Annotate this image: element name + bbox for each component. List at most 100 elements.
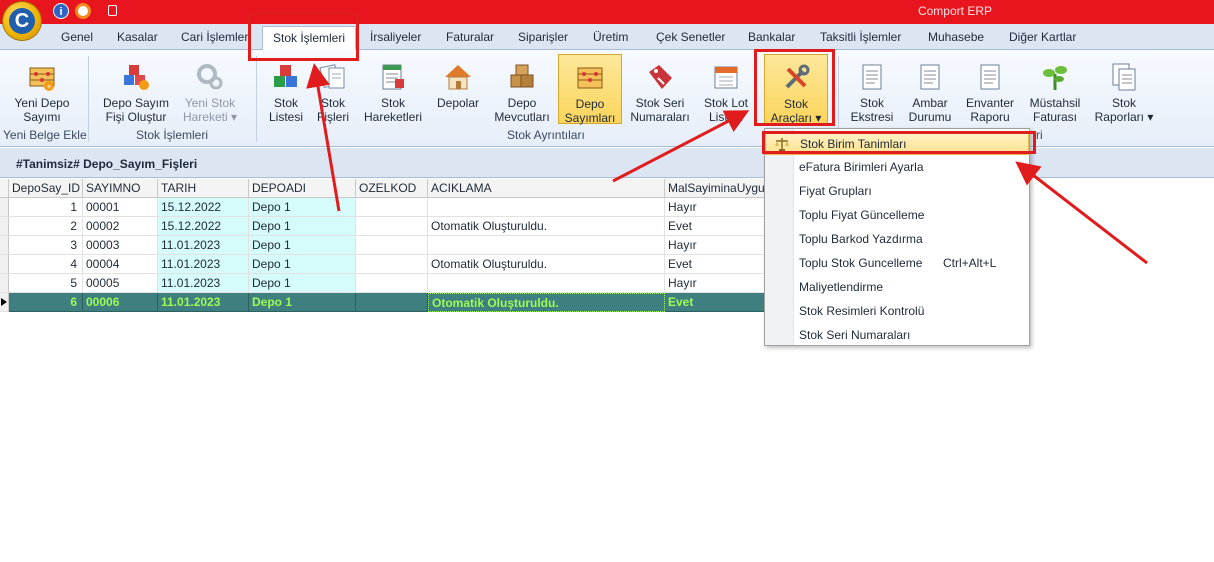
menu-item-toplu-stok-guncelleme[interactable]: Toplu Stok Guncelleme Ctrl+Alt+L [765,251,1029,275]
stok-ekstresi-button[interactable]: Stok Ekstresi [846,62,898,124]
cell-malsayiminauygun[interactable]: Hayır [665,274,765,293]
cell-depoadi[interactable]: Depo 1 [249,217,356,236]
cell-tarih[interactable]: 11.01.2023 [158,293,249,312]
yeni-stok-hareketi-button[interactable]: Yeni Stok Hareketi ▾ [177,62,243,124]
column-header-deposay-id[interactable]: DepoSay_ID [9,179,83,198]
cell-ozelkod[interactable] [356,293,428,312]
menu-item-efatura-birimleri-ayarla[interactable]: eFatura Birimleri Ayarla [765,155,1029,179]
cell-sayimno[interactable]: 00006 [83,293,158,312]
tab-bankalar[interactable]: Bankalar [748,30,795,44]
cell-malsayiminauygun[interactable]: Hayır [665,198,765,217]
current-row-indicator[interactable] [0,293,9,312]
info-icon[interactable]: i [53,3,69,19]
stok-fisleri-button[interactable]: Stok Fişleri [312,62,354,124]
menu-item-toplu-barkod-yazdirma[interactable]: Toplu Barkod Yazdırma [765,227,1029,251]
cell-id[interactable]: 2 [9,217,83,236]
menu-item-maliyetlendirme[interactable]: Maliyetlendirme [765,275,1029,299]
cell-id[interactable]: 3 [9,236,83,255]
column-header-depoadi[interactable]: DEPOADI [249,179,356,198]
row-indicator[interactable] [0,198,9,217]
cell-malsayiminauygun[interactable]: Evet [665,255,765,274]
cell-tarih[interactable]: 11.01.2023 [158,255,249,274]
help-lifebuoy-icon[interactable] [75,3,91,19]
cell-sayimno[interactable]: 00002 [83,217,158,236]
cell-sayimno[interactable]: 00003 [83,236,158,255]
cell-tarih[interactable]: 11.01.2023 [158,236,249,255]
cell-tarih[interactable]: 11.01.2023 [158,274,249,293]
table-row[interactable]: 4 00004 11.01.2023 Depo 1 Otomatik Oluşt… [0,255,765,274]
pin-icon[interactable] [108,5,117,16]
table-row[interactable]: 3 00003 11.01.2023 Depo 1 Hayır [0,236,765,255]
table-row-selected[interactable]: 6 00006 11.01.2023 Depo 1 Otomatik Oluşt… [0,293,765,312]
column-header-sayimno[interactable]: SAYIMNO [83,179,158,198]
tab-taksitli-islemler[interactable]: Taksitli İşlemler [820,30,901,44]
tab-diger-kartlar[interactable]: Diğer Kartlar [1009,30,1076,44]
cell-malsayiminauygun[interactable]: Evet [665,293,765,312]
cell-ozelkod[interactable] [356,255,428,274]
tab-muhasebe[interactable]: Muhasebe [928,30,984,44]
cell-ozelkod[interactable] [356,274,428,293]
cell-malsayiminauygun[interactable]: Evet [665,217,765,236]
column-header-ozelkod[interactable]: OZELKOD [356,179,428,198]
row-indicator[interactable] [0,255,9,274]
row-indicator[interactable] [0,274,9,293]
tab-kasalar[interactable]: Kasalar [117,30,158,44]
stok-raporlari-button[interactable]: Stok Raporları ▾ [1092,62,1156,124]
cell-aciklama[interactable] [428,236,665,255]
cell-depoadi[interactable]: Depo 1 [249,293,356,312]
tab-cek-senetler[interactable]: Çek Senetler [656,30,725,44]
tab-uretim[interactable]: Üretim [593,30,628,44]
cell-aciklama[interactable] [428,274,665,293]
table-row[interactable]: 1 00001 15.12.2022 Depo 1 Hayır [0,198,765,217]
stok-lot-listesi-button[interactable]: Stok Lot Listesi [700,62,752,124]
column-header-tarih[interactable]: TARIH [158,179,249,198]
cell-aciklama[interactable] [428,198,665,217]
yeni-depo-sayimi-button[interactable]: + Yeni Depo Sayımı [4,62,80,124]
cell-ozelkod[interactable] [356,198,428,217]
cell-sayimno[interactable]: 00004 [83,255,158,274]
cell-aciklama[interactable]: Otomatik Oluşturuldu. [428,217,665,236]
cell-depoadi[interactable]: Depo 1 [249,198,356,217]
menu-item-fiyat-gruplari[interactable]: Fiyat Grupları [765,179,1029,203]
depo-mevcutlari-button[interactable]: Depo Mevcutları [490,62,554,124]
cell-ozelkod[interactable] [356,217,428,236]
table-row[interactable]: 2 00002 15.12.2022 Depo 1 Otomatik Oluşt… [0,217,765,236]
cell-sayimno[interactable]: 00005 [83,274,158,293]
cell-depoadi[interactable]: Depo 1 [249,255,356,274]
cell-depoadi[interactable]: Depo 1 [249,236,356,255]
column-header-aciklama[interactable]: ACIKLAMA [428,179,665,198]
ambar-durumu-button[interactable]: Ambar Durumu [904,62,956,124]
tab-genel[interactable]: Genel [61,30,93,44]
mustahsil-faturasi-button[interactable]: Müstahsil Faturası [1024,62,1086,124]
menu-item-toplu-fiyat-guncelleme[interactable]: Toplu Fiyat Güncelleme [765,203,1029,227]
cell-aciklama[interactable]: Otomatik Oluşturuldu. [428,255,665,274]
depo-sayimlari-button[interactable]: Depo Sayımları [558,54,622,125]
stok-seri-numaralari-button[interactable]: Stok Seri Numaraları [628,62,692,124]
tab-cari-islemler[interactable]: Cari İşlemler [181,30,248,44]
tab-irsaliyeler[interactable]: İrsaliyeler [370,30,421,44]
cell-malsayiminauygun[interactable]: Hayır [665,236,765,255]
tab-siparisler[interactable]: Siparişler [518,30,568,44]
cell-id[interactable]: 6 [9,293,83,312]
cell-id[interactable]: 5 [9,274,83,293]
cell-tarih[interactable]: 15.12.2022 [158,217,249,236]
row-indicator[interactable] [0,236,9,255]
cell-id[interactable]: 4 [9,255,83,274]
app-logo[interactable]: C [3,2,41,40]
menu-item-stok-seri-numaralari[interactable]: Stok Seri Numaraları [765,323,1029,347]
table-row[interactable]: 5 00005 11.01.2023 Depo 1 Hayır [0,274,765,293]
envanter-raporu-button[interactable]: Envanter Raporu [962,62,1018,124]
stok-listesi-button[interactable]: Stok Listesi [264,62,308,124]
cell-ozelkod[interactable] [356,236,428,255]
document-title[interactable]: #Tanimsiz# Depo_Sayım_Fişleri [16,157,197,171]
cell-sayimno[interactable]: 00001 [83,198,158,217]
cell-tarih[interactable]: 15.12.2022 [158,198,249,217]
cell-depoadi[interactable]: Depo 1 [249,274,356,293]
stok-hareketleri-button[interactable]: Stok Hareketleri [360,62,426,124]
tab-faturalar[interactable]: Faturalar [446,30,494,44]
depolar-button[interactable]: Depolar [434,62,482,110]
cell-aciklama[interactable]: Otomatik Oluşturuldu. [428,293,665,312]
column-header-malsayiminauygun[interactable]: MalSayiminaUygun [665,179,765,198]
row-indicator[interactable] [0,217,9,236]
cell-id[interactable]: 1 [9,198,83,217]
